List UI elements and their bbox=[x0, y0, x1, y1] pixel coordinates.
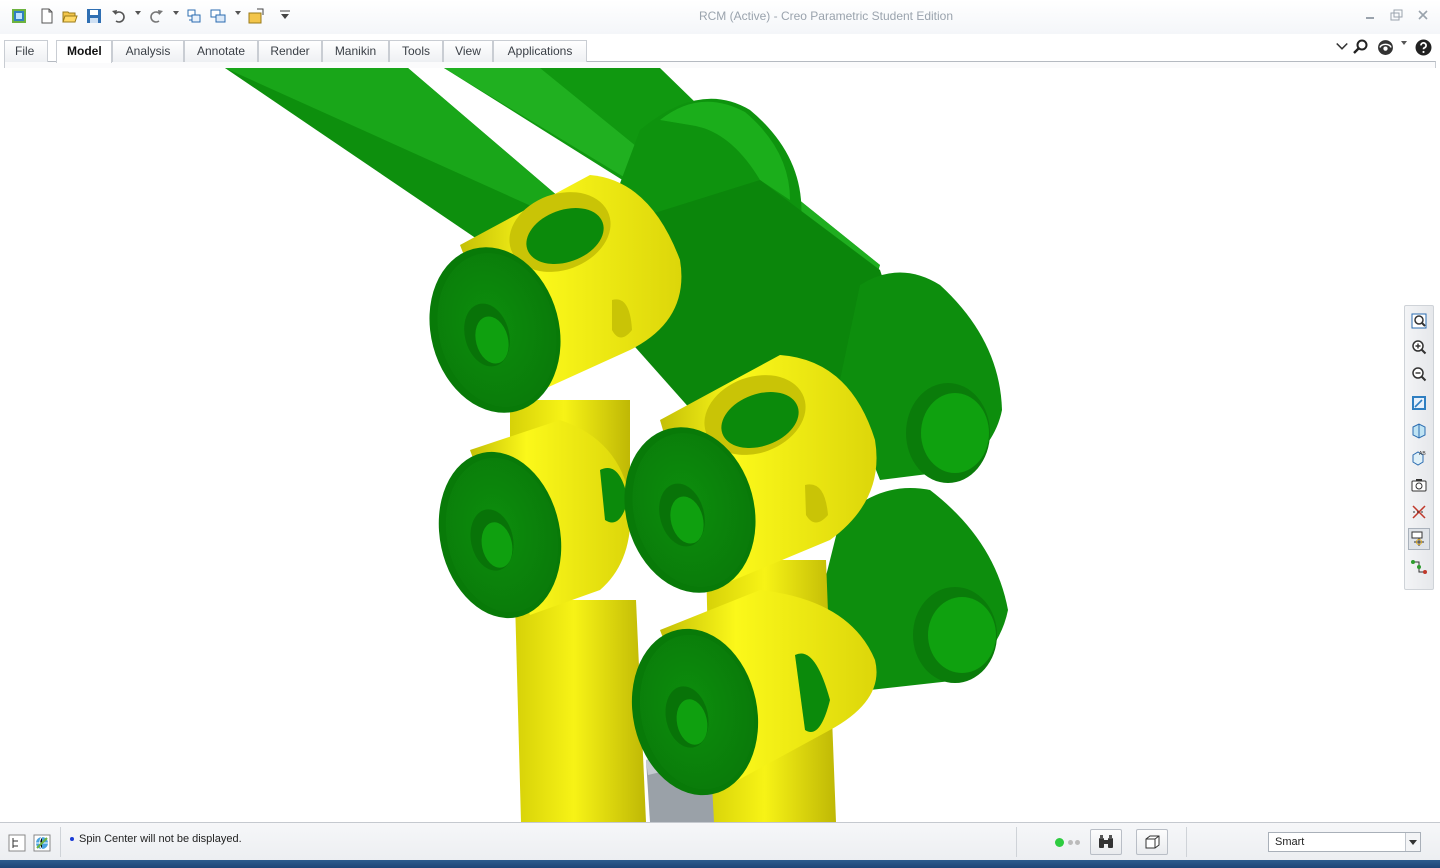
zoom-in-icon[interactable] bbox=[1408, 337, 1430, 359]
tab-applications[interactable]: Applications bbox=[493, 40, 587, 62]
separator bbox=[60, 827, 61, 857]
tab-file[interactable]: File bbox=[4, 40, 48, 75]
separator bbox=[1016, 827, 1017, 857]
regeneration-status-icon[interactable] bbox=[1055, 838, 1083, 848]
find-button[interactable] bbox=[1090, 829, 1122, 855]
zoom-out-icon[interactable] bbox=[1408, 364, 1430, 386]
graphics-area[interactable]: AB bbox=[0, 68, 1440, 822]
tab-model[interactable]: Model bbox=[56, 40, 112, 63]
tab-analysis[interactable]: Analysis bbox=[112, 40, 184, 62]
model-tree-toggle-icon[interactable] bbox=[7, 833, 27, 853]
saved-orientations-icon[interactable]: AB bbox=[1408, 446, 1430, 468]
repaint-icon[interactable] bbox=[1408, 392, 1430, 414]
spin-center-icon[interactable] bbox=[1408, 528, 1430, 550]
tab-render[interactable]: Render bbox=[258, 40, 322, 62]
svg-text:AB: AB bbox=[1419, 451, 1426, 457]
annotation-display-icon[interactable] bbox=[1408, 556, 1430, 578]
display-style-icon[interactable] bbox=[1408, 419, 1430, 441]
box-select-icon bbox=[1145, 835, 1160, 849]
minimize-ribbon-icon[interactable] bbox=[1333, 38, 1351, 56]
minimize-icon[interactable] bbox=[1362, 8, 1380, 22]
close-icon[interactable] bbox=[1414, 8, 1432, 22]
restore-icon[interactable] bbox=[1388, 8, 1406, 22]
refit-icon[interactable] bbox=[1408, 310, 1430, 332]
message-bullet-icon bbox=[70, 837, 74, 841]
browser-toggle-icon[interactable] bbox=[32, 833, 52, 853]
view-manager-icon[interactable] bbox=[1408, 474, 1430, 496]
search-icon[interactable] bbox=[1352, 38, 1370, 56]
chevron-down-icon[interactable] bbox=[1405, 833, 1420, 851]
status-message: Spin Center will not be displayed. bbox=[79, 833, 242, 845]
title-bar: RCM (Active) - Creo Parametric Student E… bbox=[0, 0, 1440, 34]
selection-filter-box-button[interactable] bbox=[1136, 829, 1168, 855]
tab-manikin[interactable]: Manikin bbox=[322, 40, 389, 62]
community-icon[interactable] bbox=[1376, 38, 1394, 56]
selection-filter-select[interactable]: Smart bbox=[1268, 832, 1421, 852]
message-area: Spin Center will not be displayed. bbox=[70, 833, 242, 845]
separator bbox=[1186, 827, 1187, 857]
help-icon[interactable] bbox=[1414, 38, 1432, 56]
tab-view[interactable]: View bbox=[443, 40, 493, 62]
ribbon: File Model Analysis Annotate Render Mani… bbox=[0, 34, 1440, 75]
binoculars-icon bbox=[1099, 835, 1113, 848]
view-toolbar: AB bbox=[1404, 305, 1434, 590]
os-taskbar bbox=[0, 860, 1440, 868]
community-dropdown-icon[interactable] bbox=[1401, 41, 1407, 45]
selection-filter-value: Smart bbox=[1275, 836, 1305, 848]
status-bar: Spin Center will not be displayed. Smart bbox=[0, 822, 1440, 861]
window-title: RCM (Active) - Creo Parametric Student E… bbox=[698, 9, 954, 23]
tab-tools[interactable]: Tools bbox=[389, 40, 443, 62]
tab-annotate[interactable]: Annotate bbox=[184, 40, 258, 62]
assembly-model[interactable] bbox=[0, 68, 1440, 822]
datum-display-icon[interactable] bbox=[1408, 501, 1430, 523]
